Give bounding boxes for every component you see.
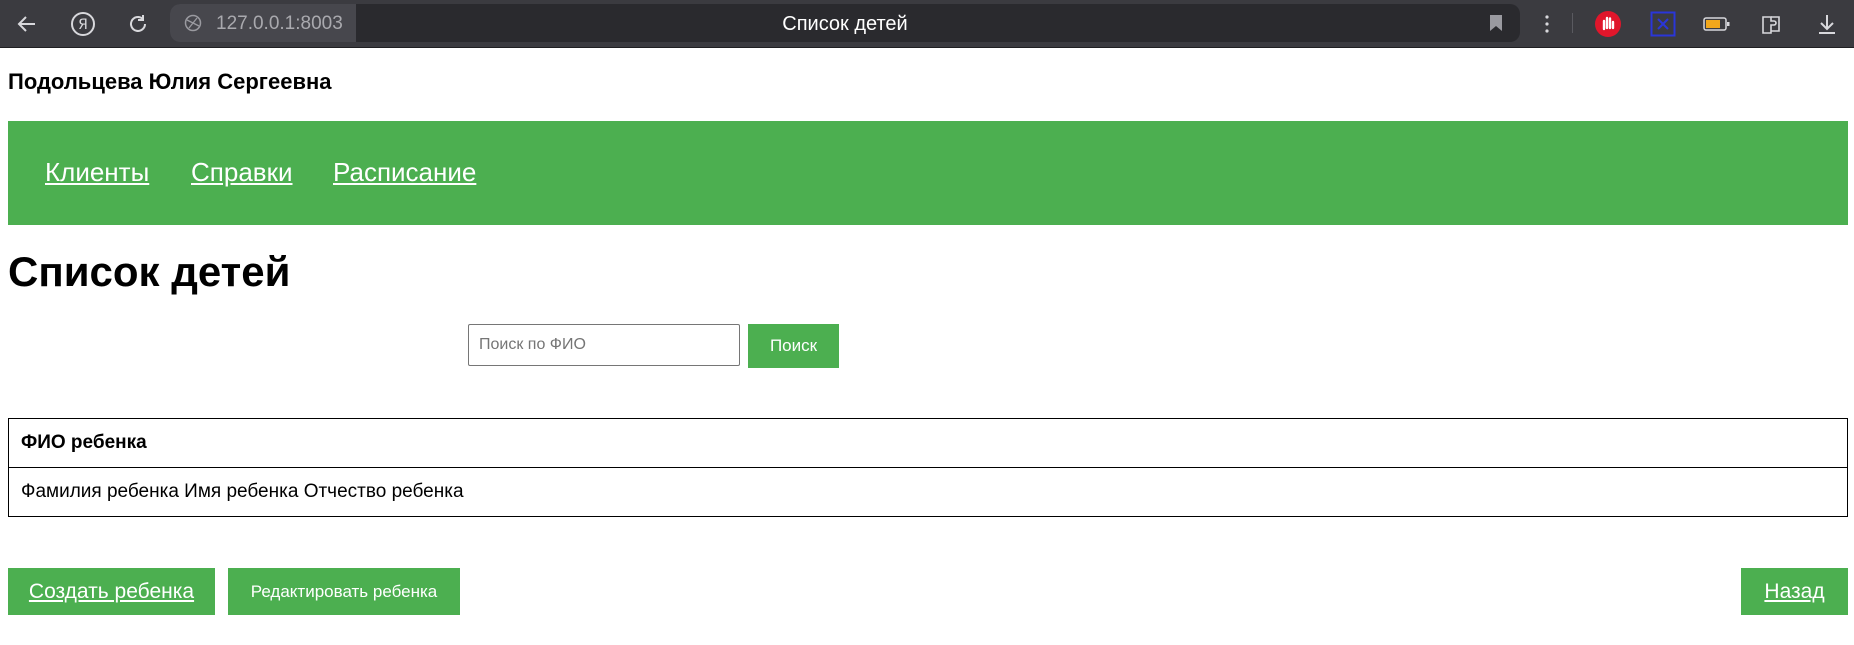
battery-icon[interactable]	[1703, 10, 1731, 38]
edit-child-button[interactable]: Редактировать ребенка	[228, 568, 460, 615]
column-header-child-name: ФИО ребенка	[8, 418, 1848, 468]
more-icon[interactable]	[1533, 10, 1561, 38]
table-cell-child-name[interactable]: Фамилия ребенка Имя ребенка Отчество реб…	[8, 467, 1848, 517]
page-title: Список детей	[8, 248, 291, 295]
search-input[interactable]	[468, 324, 740, 366]
children-table: ФИО ребенка Фамилия ребенка Имя ребенка …	[8, 418, 1848, 517]
toolbar-divider	[1572, 13, 1573, 33]
create-child-button[interactable]: Создать ребенка	[8, 568, 215, 615]
bookmark-icon[interactable]	[1483, 10, 1509, 36]
nav-link-clients[interactable]: Клиенты	[45, 157, 149, 188]
tab-title: Список детей	[782, 13, 908, 35]
back-button[interactable]: Назад	[1741, 568, 1848, 615]
search-button[interactable]: Поиск	[748, 324, 839, 368]
address-bar[interactable]: 127.0.0.1:8003 Список детей	[170, 4, 1520, 42]
stop-hand-icon[interactable]	[1594, 10, 1622, 38]
user-name: Подольцева Юлия Сергеевна	[8, 69, 332, 94]
nav-link-schedule[interactable]: Расписание	[333, 157, 476, 188]
download-icon[interactable]	[1813, 10, 1841, 38]
svg-text:Я: Я	[78, 17, 88, 33]
back-arrow-icon[interactable]	[13, 10, 41, 38]
yandex-icon[interactable]: Я	[69, 10, 97, 38]
close-square-icon[interactable]	[1649, 10, 1677, 38]
table-row[interactable]: Фамилия ребенка Имя ребенка Отчество реб…	[8, 467, 1848, 517]
reload-icon[interactable]	[124, 10, 152, 38]
extensions-icon[interactable]	[1758, 10, 1786, 38]
main-nav: Клиенты Справки Расписание	[8, 121, 1848, 225]
browser-toolbar: Я 127.0.0.1:8003 Список детей	[0, 0, 1854, 48]
nav-link-certificates[interactable]: Справки	[191, 157, 293, 188]
table-header-row: ФИО ребенка	[8, 418, 1848, 468]
